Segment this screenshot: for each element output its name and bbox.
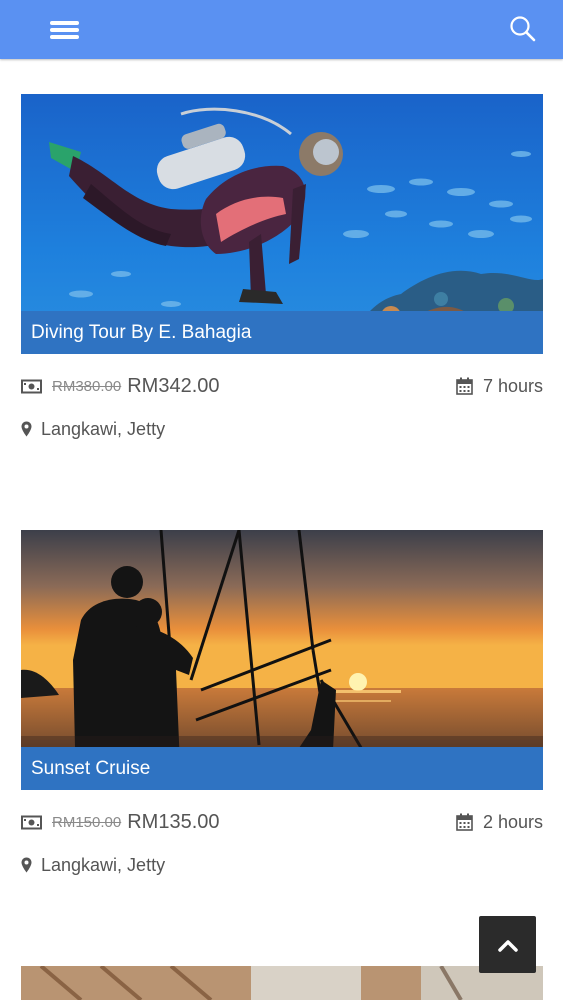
calendar-icon [456,377,473,395]
hamburger-menu-icon[interactable] [48,17,82,43]
original-price: RM380.00 [52,377,122,395]
tour-photo-sunset-cruise[interactable]: Sunset Cruise [21,530,543,790]
tour-photo-partial[interactable] [21,966,543,1000]
tour-info: RM150.00 RM135.00 2 hours Langkawi, Jett… [21,790,543,882]
duration-row: 2 hours [456,808,543,836]
money-icon [21,815,42,829]
price-row: RM150.00 RM135.00 [21,808,220,836]
tour-card[interactable]: Diving Tour By E. Bahagia RM380.00 RM342… [21,94,543,446]
location-row: Langkawi, Jetty [21,852,165,878]
tour-location: Langkawi, Jetty [41,854,166,875]
location-row: Langkawi, Jetty [21,416,165,442]
map-pin-icon [21,421,32,437]
duration-row: 7 hours [456,372,543,400]
original-price: RM150.00 [52,813,122,831]
map-pin-icon [21,857,32,873]
discounted-price: RM135.00 [127,810,220,833]
tour-card[interactable]: Sunset Cruise RM150.00 RM135.00 2 hours … [21,530,543,882]
tour-title[interactable]: Diving Tour By E. Bahagia [21,311,543,354]
price-row: RM380.00 RM342.00 [21,372,220,400]
search-icon[interactable] [507,14,539,46]
tour-duration: 7 hours [482,375,543,396]
calendar-icon [456,813,473,831]
tour-duration: 2 hours [482,811,543,832]
chevron-up-icon [497,939,518,952]
tour-title[interactable]: Sunset Cruise [21,747,543,790]
discounted-price: RM342.00 [127,374,220,397]
back-to-top-button[interactable] [479,916,536,973]
tour-photo-diving[interactable]: Diving Tour By E. Bahagia [21,94,543,354]
top-app-bar [0,0,563,59]
tour-listing-page: Diving Tour By E. Bahagia RM380.00 RM342… [0,0,563,1000]
tour-location: Langkawi, Jetty [41,418,166,439]
tour-info: RM380.00 RM342.00 7 hours Langkawi, Jett… [21,354,543,446]
money-icon [21,379,42,393]
tour-card[interactable] [21,966,543,1000]
